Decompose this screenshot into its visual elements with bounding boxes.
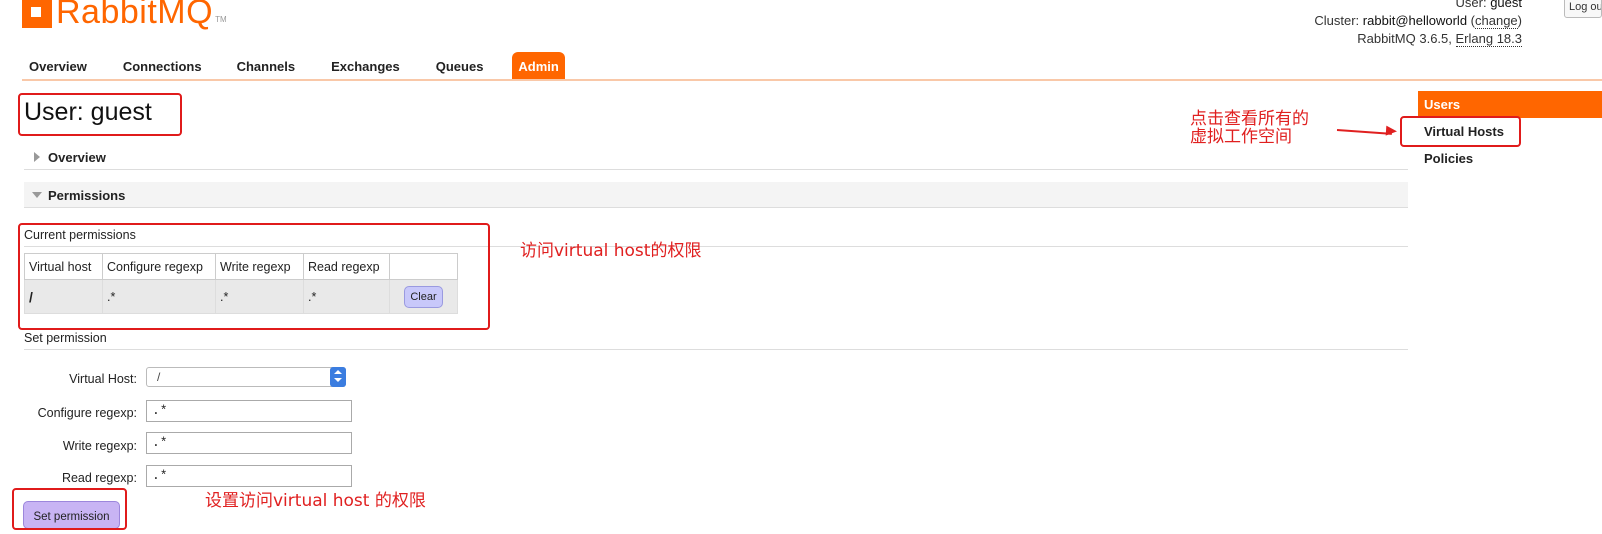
header-cluster-line: Cluster: rabbit@helloworld (change): [1314, 13, 1522, 29]
col-configure-regexp: Configure regexp: [102, 253, 216, 280]
nav-tab-channels[interactable]: Channels: [237, 52, 296, 80]
cell-write: .*: [215, 279, 304, 314]
set-permission-heading: Set permission: [24, 331, 1408, 350]
col-write-regexp: Write regexp: [215, 253, 304, 280]
user-value: guest: [1490, 0, 1522, 10]
cell-vhost: /: [24, 279, 103, 314]
configure-regexp-label: Configure regexp:: [37, 406, 137, 420]
page-title: User: guest: [24, 98, 152, 126]
cell-read: .*: [303, 279, 390, 314]
section-overview-label: Overview: [48, 150, 106, 165]
logout-button[interactable]: Log out: [1564, 0, 1602, 18]
write-regexp-label: Write regexp:: [62, 439, 137, 453]
cell-action: Clear: [389, 279, 458, 314]
nav-tab-overview[interactable]: Overview: [29, 52, 87, 80]
clear-permission-button[interactable]: Clear: [404, 285, 443, 308]
table-row: / .* .* .* Clear: [24, 279, 458, 314]
read-regexp-label: Read regexp:: [61, 471, 137, 485]
sidebar-item-virtual-hosts[interactable]: Virtual Hosts: [1418, 118, 1602, 145]
main-nav: Overview Connections Channels Exchanges …: [22, 52, 565, 80]
table-header-row: Virtual host Configure regexp Write rege…: [24, 253, 458, 280]
annotation-vhosts-note-line2: 虚拟工作空间: [1190, 127, 1292, 147]
nav-tab-queues[interactable]: Queues: [436, 52, 484, 80]
logo-trademark: TM: [215, 15, 227, 24]
rabbitmq-version: RabbitMQ 3.6.5,: [1357, 31, 1452, 46]
nav-divider: [22, 79, 1602, 81]
admin-sidebar: Users Virtual Hosts Policies: [1418, 91, 1602, 172]
nav-tab-admin[interactable]: Admin: [512, 52, 565, 80]
collapsed-arrow-icon: [34, 152, 40, 162]
section-overview-toggle[interactable]: Overview: [24, 144, 1408, 170]
logo-text: RabbitMQ: [56, 0, 214, 31]
sidebar-item-users[interactable]: Users: [1418, 91, 1602, 118]
col-actions: [389, 253, 458, 280]
annotation-arrow-line: [1336, 129, 1392, 135]
read-regexp-input[interactable]: .*: [146, 465, 352, 487]
annotation-current-permissions-note: 访问virtual host的权限: [520, 241, 702, 261]
header-user-line: User: guest: [1314, 0, 1523, 12]
col-read-regexp: Read regexp: [303, 253, 390, 280]
virtual-host-selected-value: /: [157, 370, 161, 384]
section-permissions-label: Permissions: [48, 188, 126, 203]
rabbitmq-logo-icon: [22, 0, 52, 28]
annotation-set-permission-note: 设置访问virtual host 的权限: [205, 491, 426, 511]
cluster-value: rabbit@helloworld: [1362, 13, 1468, 28]
header-info: User: guest Cluster: rabbit@helloworld (…: [1314, 0, 1522, 48]
nav-tab-connections[interactable]: Connections: [123, 52, 202, 80]
user-label: User:: [1455, 0, 1487, 10]
expanded-arrow-icon: [32, 192, 42, 198]
configure-regexp-input[interactable]: .*: [146, 400, 352, 422]
cell-configure: .*: [102, 279, 216, 314]
select-arrows-icon: [330, 367, 346, 387]
rabbitmq-logo[interactable]: RabbitMQ TM: [22, 0, 227, 31]
virtual-host-label: Virtual Host:: [69, 372, 137, 386]
header-version-line: RabbitMQ 3.6.5, Erlang 18.3: [1314, 30, 1522, 48]
erlang-version: Erlang 18.3: [1455, 31, 1522, 47]
set-permission-button[interactable]: Set permission: [23, 501, 120, 529]
change-cluster-link[interactable]: change: [1475, 13, 1518, 29]
current-permissions-heading: Current permissions: [24, 228, 1408, 247]
annotation-arrow-icon: [1385, 125, 1398, 137]
cluster-label: Cluster:: [1314, 13, 1360, 28]
col-virtual-host: Virtual host: [24, 253, 103, 280]
permissions-table: Virtual host Configure regexp Write rege…: [24, 253, 458, 314]
section-permissions-toggle[interactable]: Permissions: [24, 182, 1408, 208]
nav-tab-exchanges[interactable]: Exchanges: [331, 52, 400, 80]
virtual-host-select[interactable]: /: [146, 367, 346, 387]
write-regexp-input[interactable]: .*: [146, 432, 352, 454]
annotation-vhosts-note-line1: 点击查看所有的: [1190, 109, 1309, 129]
sidebar-item-policies[interactable]: Policies: [1418, 145, 1602, 172]
